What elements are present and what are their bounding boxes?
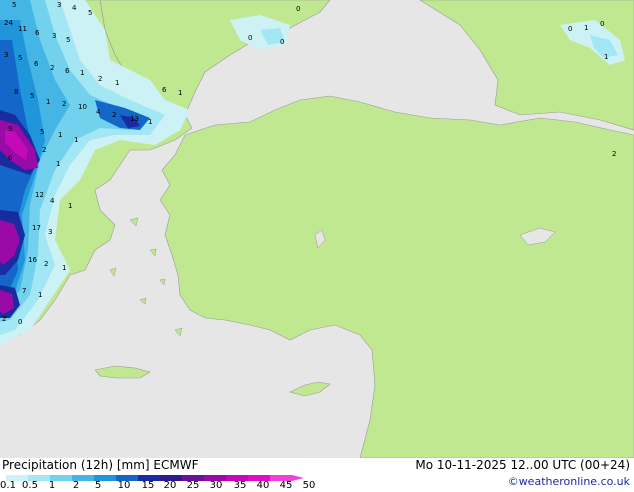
- precip-value: 2: [44, 260, 48, 268]
- legend-label: 15: [141, 480, 155, 491]
- precip-value: 0: [280, 38, 284, 46]
- legend-label: 45: [279, 480, 293, 491]
- legend-label: 40: [256, 480, 270, 491]
- precip-value: 2: [2, 315, 6, 323]
- precipitation-map: 5 3 4 5 24 11 6 3 5 3 5 6 2 6 1 2 1 8 5 1 2 10 4 2 13 1 6 1 9 5 1 1 2 1 6 1…: [0, 0, 634, 458]
- precip-value: 16: [28, 256, 37, 264]
- precip-value: 2: [612, 150, 616, 158]
- precip-value: 3: [57, 1, 61, 9]
- legend-label: 10: [117, 480, 131, 491]
- precip-value: 8: [14, 88, 18, 96]
- precip-value: 6: [65, 67, 70, 75]
- precip-value: 1: [38, 291, 42, 299]
- precip-value: 5: [88, 9, 92, 17]
- precip-value: 2: [98, 75, 102, 83]
- legend-label: 0.5: [22, 480, 38, 491]
- precip-value: 2: [50, 64, 54, 72]
- legend-label: 20: [163, 480, 177, 491]
- precip-value: 5: [66, 36, 70, 44]
- legend-label: 30: [209, 480, 223, 491]
- precip-value: 1: [74, 136, 78, 144]
- map-canvas: 5 3 452411 6 3 53 56 2 6 12 18 51 2 104 2 13 16 19 5 112161…: [0, 0, 634, 458]
- precip-value: 5: [40, 128, 44, 136]
- precip-value: 2: [42, 146, 46, 154]
- precip-value: 1: [68, 202, 72, 210]
- precip-value: 1: [80, 69, 84, 77]
- precip-value: 3: [48, 228, 52, 236]
- precip-value: 1: [178, 89, 182, 97]
- precip-value: 6: [8, 154, 13, 162]
- precip-value: 0: [296, 5, 300, 13]
- precip-value: 12: [35, 191, 44, 199]
- precip-value: 1: [62, 264, 66, 272]
- precip-value: 6: [35, 29, 40, 37]
- precip-value: 0: [600, 20, 604, 28]
- valid-time: Mo 10-11-2025 12..00 UTC (00+24): [415, 458, 630, 472]
- footer: Precipitation (12h) [mm] ECMWF Mo 10-11-…: [0, 458, 634, 492]
- precip-value: 3: [52, 32, 56, 40]
- precip-value: 2: [62, 100, 66, 108]
- precip-value: 1: [58, 131, 62, 139]
- precip-value: 17: [32, 224, 41, 232]
- precip-value: 1: [56, 160, 60, 168]
- legend-labels: 0.1 0.5 1 2 5 10 15 20 25 30 35 40 45 50: [0, 480, 330, 492]
- legend-label: 25: [186, 480, 200, 491]
- legend-label: 0.1: [0, 480, 16, 491]
- precip-value: 1: [604, 53, 608, 61]
- precip-value: 13: [130, 115, 139, 123]
- precip-value: 6: [34, 60, 39, 68]
- legend-label: 50: [302, 480, 316, 491]
- precip-value: 10: [78, 103, 87, 111]
- legend-label: 2: [72, 480, 80, 491]
- precip-value: 4: [50, 197, 55, 205]
- precip-value: 0: [18, 318, 22, 326]
- precip-value: 3: [4, 51, 8, 59]
- precip-value: 5: [30, 92, 34, 100]
- precip-value: 2: [112, 111, 116, 119]
- precip-value: 5: [18, 54, 22, 62]
- precip-value: 1: [115, 79, 119, 87]
- precip-value: 5: [12, 1, 16, 9]
- precip-value: 11: [18, 25, 27, 33]
- map-title: Precipitation (12h) [mm] ECMWF: [2, 458, 199, 472]
- precip-value: 7: [22, 287, 26, 295]
- precip-value: 24: [4, 19, 13, 27]
- precip-value: 4: [96, 108, 101, 116]
- precip-value: 0: [248, 34, 252, 42]
- precip-value: 6: [162, 86, 167, 94]
- legend-label: 35: [233, 480, 247, 491]
- precip-value: 1: [584, 24, 588, 32]
- legend-label: 1: [48, 480, 56, 491]
- precip-value: 9: [8, 125, 12, 133]
- credit-link[interactable]: ©weatheronline.co.uk: [508, 475, 630, 488]
- legend-label: 5: [94, 480, 102, 491]
- precip-value: 0: [568, 25, 572, 33]
- precip-value: 1: [148, 118, 152, 126]
- precip-value: 1: [46, 98, 50, 106]
- precip-value: 4: [72, 4, 77, 12]
